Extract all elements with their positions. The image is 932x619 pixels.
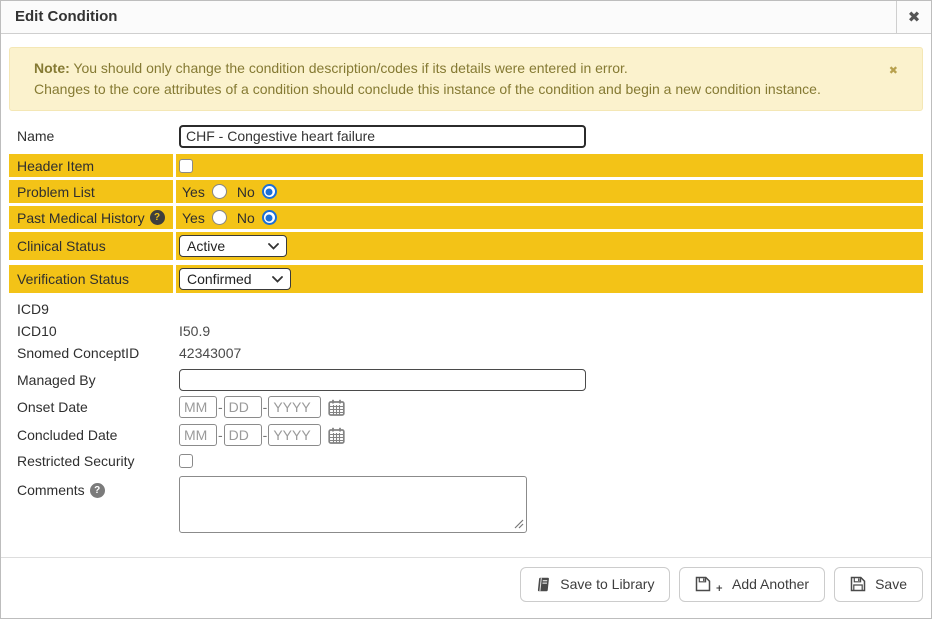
book-icon: [536, 577, 551, 592]
snomed-value: 42343007: [176, 342, 923, 364]
header-item-label: Header Item: [9, 154, 173, 177]
clinical-status-label: Clinical Status: [9, 232, 173, 260]
clinical-status-row: Clinical Status Active: [9, 232, 923, 260]
concluded-month-input[interactable]: [179, 424, 217, 446]
icd10-row: ICD10 I50.9: [9, 320, 923, 342]
comments-textarea[interactable]: [179, 476, 527, 533]
managed-by-input[interactable]: [179, 369, 586, 391]
concluded-date-label: Concluded Date: [9, 423, 173, 447]
pmh-yes-radio[interactable]: [212, 210, 227, 225]
snomed-row: Snomed ConceptID 42343007: [9, 342, 923, 364]
problem-list-no-radio[interactable]: [262, 184, 277, 199]
onset-day-input[interactable]: [224, 396, 262, 418]
name-row: Name: [9, 123, 923, 149]
save-to-library-button[interactable]: Save to Library: [520, 567, 670, 602]
name-input[interactable]: [179, 125, 586, 148]
chevron-down-icon: [268, 243, 279, 250]
pmh-no-label: No: [237, 210, 255, 226]
icd9-label: ICD9: [9, 298, 173, 320]
problem-list-label: Problem List: [9, 180, 173, 203]
close-icon[interactable]: ✖: [896, 1, 931, 33]
add-another-button[interactable]: + Add Another: [679, 567, 825, 602]
note-banner: Note: You should only change the conditi…: [9, 47, 923, 111]
managed-by-row: Managed By: [9, 367, 923, 392]
concluded-day-input[interactable]: [224, 424, 262, 446]
pmh-yes-label: Yes: [182, 210, 205, 226]
header-item-row: Header Item: [9, 154, 923, 177]
concluded-calendar-icon[interactable]: [328, 427, 345, 444]
comments-row: Comments ?: [9, 476, 923, 536]
dialog-header: Edit Condition ✖: [1, 1, 931, 34]
managed-by-label: Managed By: [9, 367, 173, 392]
note-line2: Changes to the core attributes of a cond…: [34, 79, 888, 100]
restricted-security-label: Restricted Security: [9, 451, 173, 471]
pmh-no-radio[interactable]: [262, 210, 277, 225]
icd10-value: I50.9: [176, 320, 923, 342]
icd9-row: ICD9: [9, 298, 923, 320]
help-icon[interactable]: ?: [90, 483, 105, 498]
past-medical-history-row: Past Medical History ? Yes No: [9, 206, 923, 229]
icd9-value: [176, 298, 923, 320]
snomed-label: Snomed ConceptID: [9, 342, 173, 364]
onset-year-input[interactable]: [268, 396, 321, 418]
page-title: Edit Condition: [1, 1, 896, 33]
header-item-checkbox[interactable]: [179, 159, 193, 173]
note-close-icon[interactable]: ✖: [889, 64, 898, 77]
note-line1: Note: You should only change the conditi…: [34, 58, 888, 79]
edit-condition-dialog: Edit Condition ✖ Note: You should only c…: [0, 0, 932, 619]
save-icon: [850, 576, 866, 592]
condition-form: Name Header Item Problem List Yes No: [9, 123, 923, 536]
verification-status-select[interactable]: Confirmed: [179, 268, 291, 290]
past-medical-history-label: Past Medical History: [17, 210, 145, 226]
save-plus-icon: [695, 576, 711, 592]
onset-calendar-icon[interactable]: [328, 399, 345, 416]
onset-date-label: Onset Date: [9, 395, 173, 419]
problem-list-yes-label: Yes: [182, 184, 205, 200]
clinical-status-select[interactable]: Active: [179, 235, 287, 257]
plus-icon: +: [715, 584, 723, 594]
onset-date-row: Onset Date - -: [9, 395, 923, 419]
comments-label: Comments: [17, 482, 85, 498]
verification-status-row: Verification Status Confirmed: [9, 265, 923, 293]
icd10-label: ICD10: [9, 320, 173, 342]
restricted-security-row: Restricted Security: [9, 451, 923, 471]
chevron-down-icon: [272, 276, 283, 283]
dialog-footer: Save to Library + Add Another Save: [1, 557, 931, 618]
save-button[interactable]: Save: [834, 567, 923, 602]
concluded-year-input[interactable]: [268, 424, 321, 446]
onset-month-input[interactable]: [179, 396, 217, 418]
concluded-date-row: Concluded Date - -: [9, 423, 923, 447]
name-label: Name: [9, 123, 173, 149]
note-label: Note:: [34, 60, 70, 76]
restricted-security-checkbox[interactable]: [179, 454, 193, 468]
problem-list-no-label: No: [237, 184, 255, 200]
problem-list-row: Problem List Yes No: [9, 180, 923, 203]
problem-list-yes-radio[interactable]: [212, 184, 227, 199]
verification-status-label: Verification Status: [9, 265, 173, 293]
help-icon[interactable]: ?: [150, 210, 165, 225]
